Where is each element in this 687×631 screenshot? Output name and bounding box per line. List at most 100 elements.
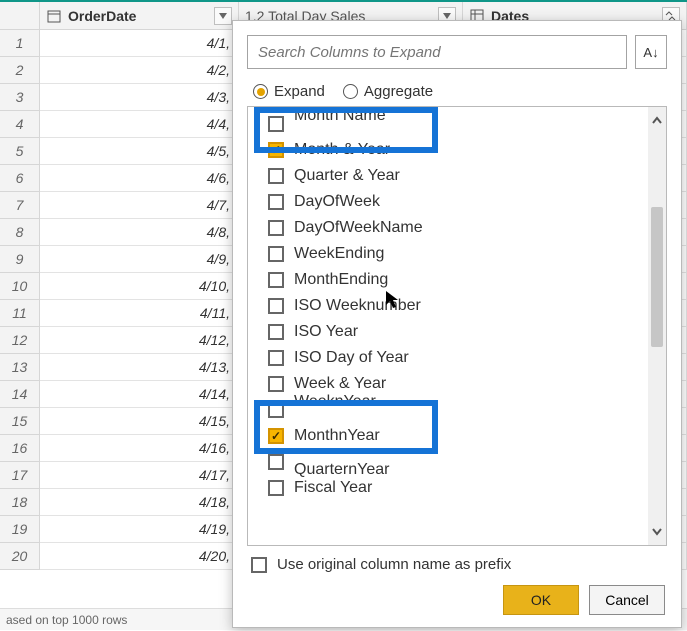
checkbox[interactable]	[268, 116, 284, 132]
list-item-label: WeekEnding	[294, 245, 384, 263]
checkbox[interactable]	[268, 376, 284, 392]
cell-orderdate[interactable]: 4/10,	[40, 273, 239, 300]
cell-orderdate[interactable]: 4/11,	[40, 300, 239, 327]
cell-orderdate[interactable]: 4/1,	[40, 30, 239, 57]
list-item-label: DayOfWeek	[294, 193, 380, 211]
list-item-label: Month Name	[294, 107, 386, 125]
prefix-checkbox[interactable]	[251, 557, 267, 573]
scrollbar[interactable]	[648, 107, 666, 545]
sort-az-icon: A↓	[643, 45, 658, 60]
list-item[interactable]: MonthEnding	[248, 267, 648, 293]
list-item-label: WeeknYear	[294, 393, 376, 411]
cell-orderdate[interactable]: 4/13,	[40, 354, 239, 381]
checkbox[interactable]	[268, 480, 284, 496]
cell-orderdate[interactable]: 4/20,	[40, 543, 239, 570]
cell-orderdate[interactable]: 4/19,	[40, 516, 239, 543]
cell-orderdate[interactable]: 4/12,	[40, 327, 239, 354]
checkbox[interactable]	[268, 324, 284, 340]
row-index: 20	[0, 543, 40, 570]
list-item-label: Fiscal Year	[294, 479, 372, 497]
list-item[interactable]: WeekEnding	[248, 241, 648, 267]
radio-icon	[253, 84, 268, 99]
ok-button[interactable]: OK	[503, 585, 579, 615]
list-item-label: ISO Year	[294, 323, 358, 341]
list-item[interactable]: ISO Day of Year	[248, 345, 648, 371]
radio-aggregate[interactable]: Aggregate	[343, 83, 433, 100]
list-item[interactable]: WeeknYear	[248, 397, 648, 423]
radio-label: Expand	[274, 83, 325, 100]
row-index: 5	[0, 138, 40, 165]
cell-orderdate[interactable]: 4/17,	[40, 462, 239, 489]
cell-orderdate[interactable]: 4/6,	[40, 165, 239, 192]
chevron-up-icon[interactable]	[648, 107, 666, 135]
cell-orderdate[interactable]: 4/3,	[40, 84, 239, 111]
list-item-label: QuarternYear	[294, 461, 389, 479]
sort-az-button[interactable]: A↓	[635, 35, 667, 69]
list-item[interactable]: Month & Year	[248, 137, 648, 163]
checkbox[interactable]	[268, 350, 284, 366]
checkbox[interactable]	[268, 194, 284, 210]
list-item-label: Month & Year	[294, 141, 390, 159]
row-index: 19	[0, 516, 40, 543]
row-index: 3	[0, 84, 40, 111]
radio-expand[interactable]: Expand	[253, 83, 325, 100]
list-item-label: ISO Day of Year	[294, 349, 409, 367]
row-index: 17	[0, 462, 40, 489]
row-index: 4	[0, 111, 40, 138]
cell-orderdate[interactable]: 4/15,	[40, 408, 239, 435]
row-index: 15	[0, 408, 40, 435]
row-index: 13	[0, 354, 40, 381]
row-index: 2	[0, 57, 40, 84]
cell-orderdate[interactable]: 4/7,	[40, 192, 239, 219]
checkbox[interactable]	[268, 428, 284, 444]
cell-orderdate[interactable]: 4/8,	[40, 219, 239, 246]
cell-orderdate[interactable]: 4/14,	[40, 381, 239, 408]
prefix-label: Use original column name as prefix	[277, 556, 511, 573]
cancel-button[interactable]: Cancel	[589, 585, 665, 615]
list-item-label: Quarter & Year	[294, 167, 400, 185]
expand-aggregate-radio-group: Expand Aggregate	[247, 83, 667, 100]
checkbox[interactable]	[268, 168, 284, 184]
row-index: 8	[0, 219, 40, 246]
radio-icon	[343, 84, 358, 99]
list-item[interactable]: DayOfWeekName	[248, 215, 648, 241]
expand-columns-panel: A↓ Expand Aggregate Month Name Month & Ye…	[232, 20, 682, 628]
cell-orderdate[interactable]: 4/18,	[40, 489, 239, 516]
list-item[interactable]: QuarternYear	[248, 449, 648, 475]
checkbox[interactable]	[268, 220, 284, 236]
row-index: 11	[0, 300, 40, 327]
radio-label: Aggregate	[364, 83, 433, 100]
column-label: OrderDate	[68, 8, 136, 24]
column-filter-dropdown[interactable]	[214, 7, 232, 25]
cell-orderdate[interactable]: 4/16,	[40, 435, 239, 462]
cell-orderdate[interactable]: 4/9,	[40, 246, 239, 273]
row-index: 12	[0, 327, 40, 354]
list-item[interactable]: ISO Weeknumber	[248, 293, 648, 319]
checkbox[interactable]	[268, 246, 284, 262]
column-list: Month Name Month & Year Quarter & Year DayO…	[247, 106, 667, 546]
list-item[interactable]: Quarter & Year	[248, 163, 648, 189]
list-item-label: MonthEnding	[294, 271, 388, 289]
chevron-down-icon[interactable]	[648, 517, 666, 545]
row-index: 6	[0, 165, 40, 192]
list-item[interactable]: MonthnYear	[248, 423, 648, 449]
list-item-label: MonthnYear	[294, 427, 380, 445]
list-item[interactable]: DayOfWeek	[248, 189, 648, 215]
row-index: 16	[0, 435, 40, 462]
checkbox[interactable]	[268, 272, 284, 288]
list-item-label: DayOfWeekName	[294, 219, 423, 237]
checkbox[interactable]	[268, 454, 284, 470]
checkbox[interactable]	[268, 298, 284, 314]
scrollbar-thumb[interactable]	[651, 207, 663, 347]
cell-orderdate[interactable]: 4/4,	[40, 111, 239, 138]
list-item[interactable]: ISO Year	[248, 319, 648, 345]
checkbox[interactable]	[268, 402, 284, 418]
list-item[interactable]: Month Name	[248, 111, 648, 137]
list-item-label: ISO Weeknumber	[294, 297, 421, 315]
row-index: 9	[0, 246, 40, 273]
cell-orderdate[interactable]: 4/5,	[40, 138, 239, 165]
cell-orderdate[interactable]: 4/2,	[40, 57, 239, 84]
column-header-orderdate[interactable]: OrderDate	[40, 2, 239, 30]
checkbox[interactable]	[268, 142, 284, 158]
search-input[interactable]	[247, 35, 627, 69]
